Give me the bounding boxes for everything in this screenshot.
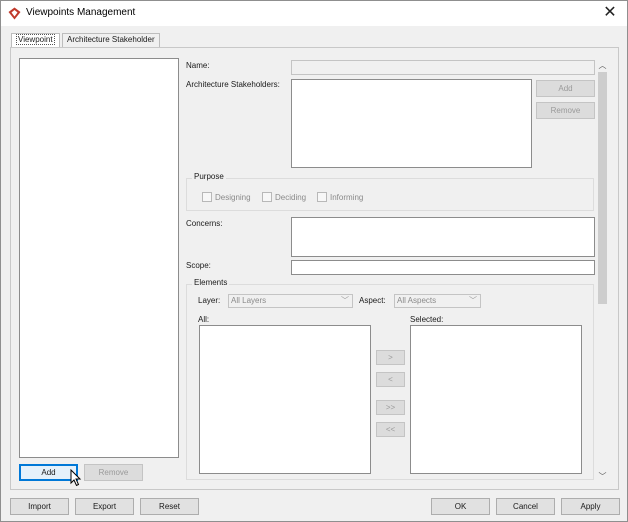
move-left-button[interactable]: < [376, 372, 405, 387]
aspect-select-value: All Aspects [397, 296, 437, 305]
reset-button[interactable]: Reset [140, 498, 199, 515]
mouse-pointer-icon [70, 469, 82, 487]
move-all-left-button[interactable]: << [376, 422, 405, 437]
designing-checkbox-box [202, 192, 212, 202]
stakeholders-label: Architecture Stakeholders: [186, 80, 280, 89]
designing-checkbox[interactable]: Designing [202, 192, 251, 202]
chevron-down-icon: ﹀ [341, 296, 349, 305]
apply-button[interactable]: Apply [561, 498, 620, 515]
deciding-checkbox-box [262, 192, 272, 202]
elements-title: Elements [192, 278, 230, 287]
window-title: Viewpoints Management [26, 7, 136, 18]
selected-elements-label: Selected: [410, 315, 444, 324]
all-elements-label: All: [198, 315, 210, 324]
all-elements-list[interactable] [199, 325, 371, 474]
designing-label: Designing [215, 193, 251, 202]
informing-checkbox[interactable]: Informing [317, 192, 363, 202]
chevron-down-icon: ﹀ [469, 296, 477, 305]
viewpoint-list[interactable] [19, 58, 179, 458]
tab-viewpoint-label: Viewpoint [16, 34, 55, 45]
viewpoints-management-dialog: Viewpoints Management ✕ Viewpoint Archit… [0, 0, 628, 522]
ok-button[interactable]: OK [431, 498, 490, 515]
deciding-label: Deciding [275, 193, 307, 202]
tab-architecture-stakeholder[interactable]: Architecture Stakeholder [62, 33, 160, 47]
move-right-button[interactable]: > [376, 350, 405, 365]
informing-checkbox-box [317, 192, 327, 202]
informing-label: Informing [330, 193, 364, 202]
close-button[interactable]: ✕ [593, 1, 627, 26]
form-vertical-scrollbar[interactable]: ︿ ﹀ [597, 60, 608, 482]
remove-stakeholder-button[interactable]: Remove [536, 102, 595, 119]
aspect-select[interactable]: All Aspects ﹀ [394, 294, 481, 308]
export-button[interactable]: Export [75, 498, 134, 515]
stakeholders-list[interactable] [291, 79, 532, 168]
tab-viewpoint[interactable]: Viewpoint [11, 33, 60, 48]
name-label: Name: [186, 61, 210, 70]
selected-elements-list[interactable] [410, 325, 582, 474]
import-button[interactable]: Import [10, 498, 69, 515]
move-all-right-button[interactable]: >> [376, 400, 405, 415]
layer-label: Layer: [198, 296, 221, 305]
concerns-label: Concerns: [186, 219, 223, 228]
tab-architecture-stakeholder-label: Architecture Stakeholder [67, 35, 155, 44]
scrollbar-thumb[interactable] [598, 72, 607, 304]
app-icon [8, 7, 21, 20]
scope-label: Scope: [186, 261, 211, 270]
name-input[interactable] [291, 60, 595, 75]
aspect-label: Aspect: [359, 296, 386, 305]
scroll-down-arrow-icon[interactable]: ﹀ [597, 471, 608, 482]
scroll-up-arrow-icon[interactable]: ︿ [597, 60, 608, 71]
purpose-title: Purpose [192, 172, 226, 181]
title-bar: Viewpoints Management ✕ [1, 1, 627, 26]
scope-input[interactable] [291, 260, 595, 275]
layer-select-value: All Layers [231, 296, 267, 305]
remove-viewpoint-button[interactable]: Remove [84, 464, 143, 481]
cancel-button[interactable]: Cancel [496, 498, 555, 515]
layer-select[interactable]: All Layers ﹀ [228, 294, 353, 308]
concerns-input[interactable] [291, 217, 595, 257]
deciding-checkbox[interactable]: Deciding [262, 192, 306, 202]
add-stakeholder-button[interactable]: Add [536, 80, 595, 97]
